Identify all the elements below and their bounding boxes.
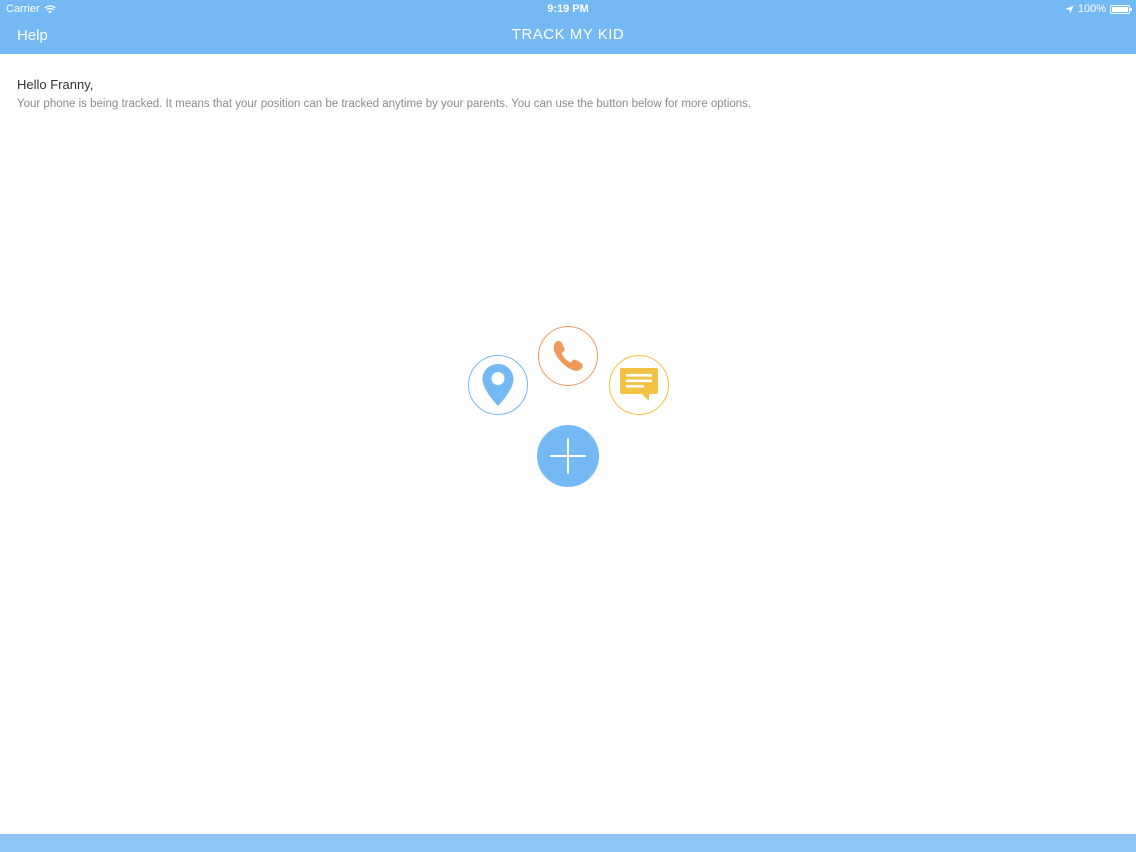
status-bar: Carrier 9:19 PM 100% (0, 0, 1136, 18)
message-button[interactable] (609, 355, 669, 415)
more-options-button[interactable] (537, 425, 599, 487)
action-menu (0, 0, 1136, 852)
main-content: Hello Franny, Your phone is being tracke… (17, 77, 1117, 110)
page-title: TRACK MY KID (511, 26, 625, 43)
call-button[interactable] (538, 326, 598, 386)
tracking-description: Your phone is being tracked. It means th… (17, 98, 752, 110)
location-button[interactable] (468, 355, 528, 415)
bottom-bar (0, 834, 1136, 852)
greeting-text: Hello Franny, (17, 77, 94, 92)
top-bar: Carrier 9:19 PM 100% Help TRACK MY KID (0, 0, 1136, 54)
location-arrow-icon (1065, 4, 1074, 14)
navigation-bar: Help TRACK MY KID (0, 18, 1136, 54)
battery-icon (1110, 4, 1132, 14)
status-right: 100% (1065, 3, 1132, 15)
message-icon (620, 368, 658, 401)
location-pin-icon (482, 364, 514, 406)
status-time: 9:19 PM (547, 3, 589, 15)
plus-icon (550, 438, 586, 474)
battery-percent: 100% (1077, 3, 1106, 15)
phone-icon (553, 340, 583, 371)
